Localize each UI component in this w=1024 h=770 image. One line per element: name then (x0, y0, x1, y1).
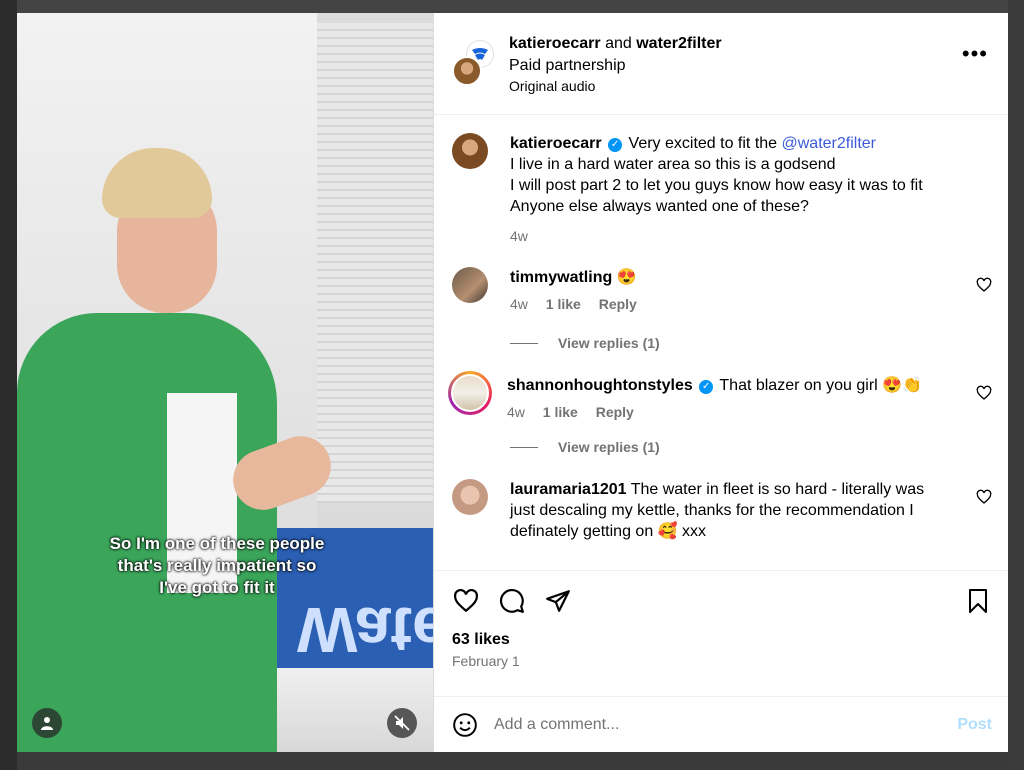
replies-divider (510, 342, 538, 344)
emoji-icon[interactable] (452, 712, 478, 738)
collab-avatars[interactable] (452, 40, 502, 90)
action-bar (434, 570, 1008, 630)
katieroecarr-avatar[interactable] (452, 56, 482, 86)
video-caption: So I'm one of these people that's really… (77, 533, 357, 599)
avatar[interactable] (451, 374, 489, 412)
comment-line: I will post part 2 to let you guys know … (510, 177, 923, 194)
comment-time[interactable]: 4w (510, 228, 528, 244)
view-replies-button[interactable]: View replies (1) (510, 439, 992, 455)
caption-line: that's really impatient so (117, 556, 317, 575)
like-comment-heart-icon[interactable] (976, 489, 992, 505)
video-person (17, 143, 340, 752)
more-options-button[interactable]: ••• (962, 43, 988, 65)
post-date[interactable]: February 1 (434, 650, 1008, 696)
like-comment-heart-icon[interactable] (976, 277, 992, 293)
post-comment-button[interactable]: Post (957, 716, 992, 734)
mention-link[interactable]: @water2filter (782, 135, 877, 152)
comment-username[interactable]: shannonhoughtonstyles (507, 377, 693, 394)
avatar[interactable] (452, 133, 488, 169)
comment-composer: Post (434, 696, 1008, 752)
comment-input[interactable] (494, 715, 958, 734)
mute-button[interactable] (387, 708, 417, 738)
reply-button[interactable]: Reply (599, 296, 637, 312)
comment-text: timmywatling 😍 (510, 267, 952, 288)
comment-likes[interactable]: 1 like (546, 296, 581, 312)
like-comment-heart-icon[interactable] (976, 385, 992, 401)
tagged-users-button[interactable] (32, 708, 62, 738)
comment-bubble-icon (500, 588, 524, 613)
header-text: katieroecarr and water2filter Paid partn… (509, 34, 722, 95)
view-replies-label: View replies (1) (558, 335, 660, 351)
caption-line: I've got to fit it (159, 578, 275, 597)
verified-badge-icon: ✓ (608, 138, 623, 152)
paper-plane-icon (546, 589, 570, 612)
comment-text: lauramaria1201 The water in fleet is so … (510, 479, 952, 542)
comment-button[interactable] (498, 587, 526, 615)
paid-partnership-label[interactable]: Paid partnership (509, 56, 722, 76)
verified-badge-icon: ✓ (699, 380, 714, 394)
view-replies-label: View replies (1) (558, 439, 660, 455)
like-button[interactable] (452, 587, 480, 615)
audio-link[interactable]: Original audio (509, 77, 722, 95)
muted-speaker-icon (394, 715, 410, 731)
comment: shannonhoughtonstyles ✓ That blazer on y… (448, 371, 992, 421)
avatar[interactable] (452, 267, 488, 303)
comment-body: Very excited to fit the (628, 135, 782, 152)
author-link[interactable]: katieroecarr (509, 35, 601, 52)
story-ring[interactable] (448, 371, 492, 415)
comment: timmywatling 😍 4w 1 like Reply (452, 267, 992, 313)
comments-list[interactable]: katieroecarr ✓ Very excited to fit the @… (434, 115, 1008, 570)
comment-meta: 4w 1 like Reply (507, 403, 952, 421)
comment-username[interactable]: timmywatling (510, 269, 612, 286)
user-icon (41, 717, 53, 730)
comment-text: katieroecarr ✓ Very excited to fit the @… (510, 133, 952, 217)
comment-likes[interactable]: 1 like (543, 404, 578, 420)
save-button[interactable] (964, 587, 992, 615)
post-sidebar: katieroecarr and water2filter Paid partn… (433, 13, 1008, 752)
comment-line: I live in a hard water area so this is a… (510, 156, 836, 173)
replies-divider (510, 446, 538, 448)
comment-text: shannonhoughtonstyles ✓ That blazer on y… (507, 375, 952, 396)
post-header: katieroecarr and water2filter Paid partn… (434, 13, 1008, 115)
caption-line: So I'm one of these people (109, 534, 325, 553)
comment-time[interactable]: 4w (507, 404, 525, 420)
share-button[interactable] (544, 587, 572, 615)
reply-button[interactable]: Reply (596, 404, 634, 420)
comment-time[interactable]: 4w (510, 296, 528, 312)
like-count[interactable]: 63 likes (434, 630, 1008, 650)
collaborator-link[interactable]: water2filter (636, 35, 721, 52)
avatar[interactable] (452, 479, 488, 515)
comment-body: That blazer on you girl 😍👏 (719, 377, 922, 394)
post-modal: Water So I'm one of these people that's … (17, 13, 1008, 752)
comment-username[interactable]: katieroecarr (510, 135, 602, 152)
comment: lauramaria1201 The water in fleet is so … (452, 479, 992, 542)
person-hair (102, 148, 212, 218)
post-video[interactable]: Water So I'm one of these people that's … (17, 13, 433, 752)
header-conjunction: and (605, 35, 632, 52)
caption-comment: katieroecarr ✓ Very excited to fit the @… (452, 133, 992, 245)
comment-username[interactable]: lauramaria1201 (510, 481, 627, 498)
comment-meta: 4w (510, 227, 952, 245)
comment-meta: 4w 1 like Reply (510, 295, 952, 313)
heart-icon (454, 588, 478, 612)
comment-body: 😍 (616, 269, 637, 286)
comment-line: Anyone else always wanted one of these? (510, 198, 809, 215)
view-replies-button[interactable]: View replies (1) (510, 335, 992, 351)
bookmark-icon (969, 588, 987, 613)
